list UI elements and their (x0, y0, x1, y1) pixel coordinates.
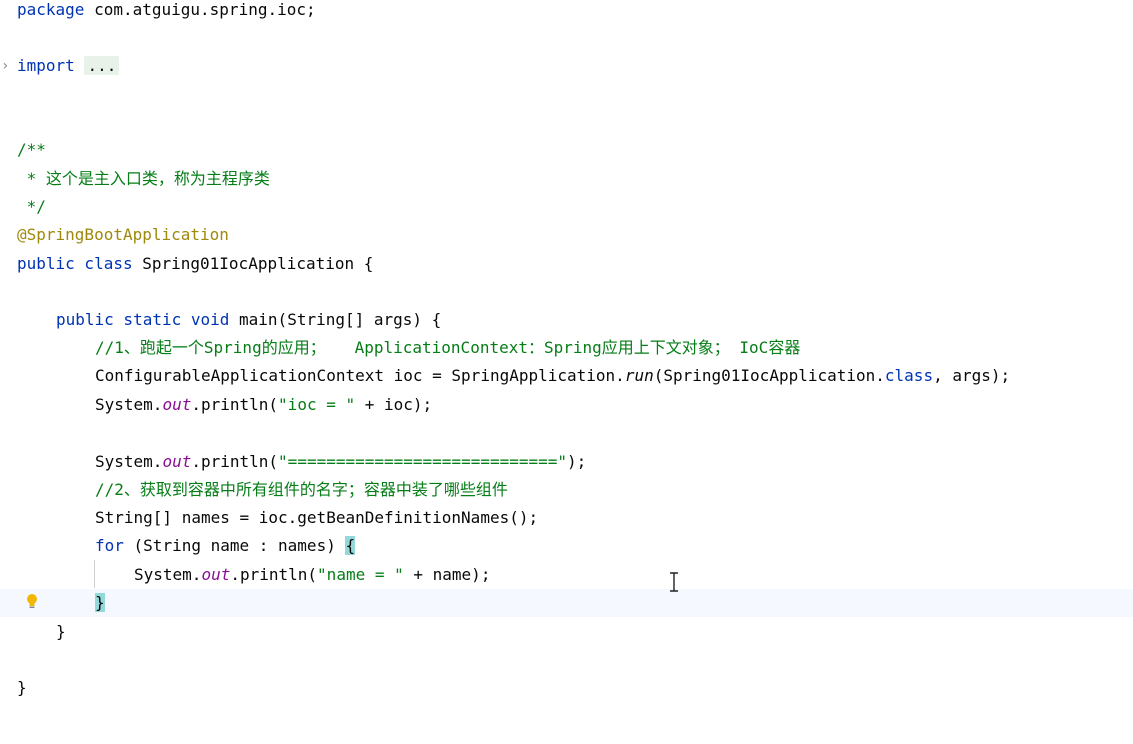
code-line-names-decl[interactable]: String[] names = ioc.getBeanDefinitionNa… (0, 504, 1133, 532)
spring-boot-annotation: @SpringBootApplication (17, 225, 229, 244)
code-line-close-class[interactable]: } (0, 674, 1133, 702)
print2-rest: ); (567, 452, 587, 471)
for-open-brace: { (345, 536, 356, 555)
code-line-main-decl[interactable]: public static void main(String[] args) { (0, 306, 1133, 334)
chevron-right-icon[interactable]: › (1, 52, 9, 80)
code-line-print-ioc[interactable]: System.out.println("ioc = " + ioc); (0, 391, 1133, 419)
print3-string: "name = " (317, 565, 404, 584)
keyword-for: for (95, 536, 124, 555)
print1-string: "ioc = " (278, 395, 356, 414)
doc-comment-body: * 这个是主入口类，称为主程序类 (17, 169, 270, 188)
code-line-print-name[interactable]: System.out.println("name = " + name); (0, 561, 1133, 589)
code-line-class-decl[interactable]: public class Spring01IocApplication { (0, 250, 1133, 278)
ioc-decl-part-a: ConfigurableApplicationContext ioc = Spr… (95, 366, 625, 385)
comment-2: //2、获取到容器中所有组件的名字；容器中装了哪些组件 (95, 480, 508, 499)
doc-comment-open: /** (17, 140, 46, 159)
main-close-brace: } (56, 622, 66, 641)
ioc-decl-part-c: , args); (933, 366, 1011, 385)
doc-comment-close: */ (17, 197, 46, 216)
for-close-brace: } (95, 593, 105, 612)
print2-println: .println( (191, 452, 279, 471)
code-line-close-main[interactable]: } (0, 618, 1133, 646)
code-line-doc-body[interactable]: * 这个是主入口类，称为主程序类 (0, 165, 1133, 193)
code-line-comment-1[interactable]: //1、跑起一个Spring的应用； ApplicationContext：Sp… (0, 334, 1133, 362)
ioc-decl-part-b: (Spring01IocApplication. (653, 366, 885, 385)
keyword-class: class (884, 366, 934, 385)
code-line-import[interactable]: › import ... (0, 52, 1133, 80)
print2-string: "============================" (278, 452, 568, 471)
code-editor[interactable]: package com.atguigu.spring.ioc; › import… (0, 0, 1133, 744)
print3-rest: + name); (403, 565, 491, 584)
print1-system: System. (95, 395, 163, 414)
keyword-package: package (17, 0, 85, 19)
code-line-doc-open[interactable]: /** (0, 136, 1133, 164)
class-close-brace: } (17, 678, 27, 697)
print1-rest: + ioc); (355, 395, 433, 414)
print1-println: .println( (191, 395, 279, 414)
code-line-print-separator[interactable]: System.out.println("====================… (0, 448, 1133, 476)
code-line-ioc-decl[interactable]: ConfigurableApplicationContext ioc = Spr… (0, 362, 1133, 390)
code-line-for[interactable]: for (String name : names) { (0, 532, 1133, 560)
code-line-comment-2[interactable]: //2、获取到容器中所有组件的名字；容器中装了哪些组件 (0, 476, 1133, 504)
code-line-annotation[interactable]: @SpringBootApplication (0, 221, 1133, 249)
code-line-doc-close[interactable]: */ (0, 193, 1133, 221)
comment-1: //1、跑起一个Spring的应用； ApplicationContext：Sp… (95, 338, 801, 357)
names-declaration: String[] names = ioc.getBeanDefinitionNa… (95, 508, 539, 527)
class-name: Spring01IocApplication { (132, 254, 374, 273)
keyword-public-class: public class (17, 254, 133, 273)
print2-out: out (162, 452, 192, 471)
print2-system: System. (95, 452, 163, 471)
print3-println: .println( (230, 565, 318, 584)
keyword-public-static-void: public static void (56, 310, 230, 329)
text-cursor-icon (670, 572, 678, 592)
for-header: (String name : names) (123, 536, 346, 555)
lightbulb-icon[interactable] (25, 593, 39, 611)
keyword-import: import (17, 56, 75, 75)
code-line-close-for[interactable]: } (0, 589, 1133, 617)
main-signature: main(String[] args) { (229, 310, 442, 329)
code-line-package[interactable]: package com.atguigu.spring.ioc; (0, 0, 1133, 24)
run-method: run (624, 366, 654, 385)
print3-system: System. (134, 565, 202, 584)
package-name: com.atguigu.spring.ioc; (84, 0, 316, 19)
print3-out: out (201, 565, 231, 584)
print1-out: out (162, 395, 192, 414)
import-fold-placeholder[interactable]: ... (84, 56, 120, 75)
